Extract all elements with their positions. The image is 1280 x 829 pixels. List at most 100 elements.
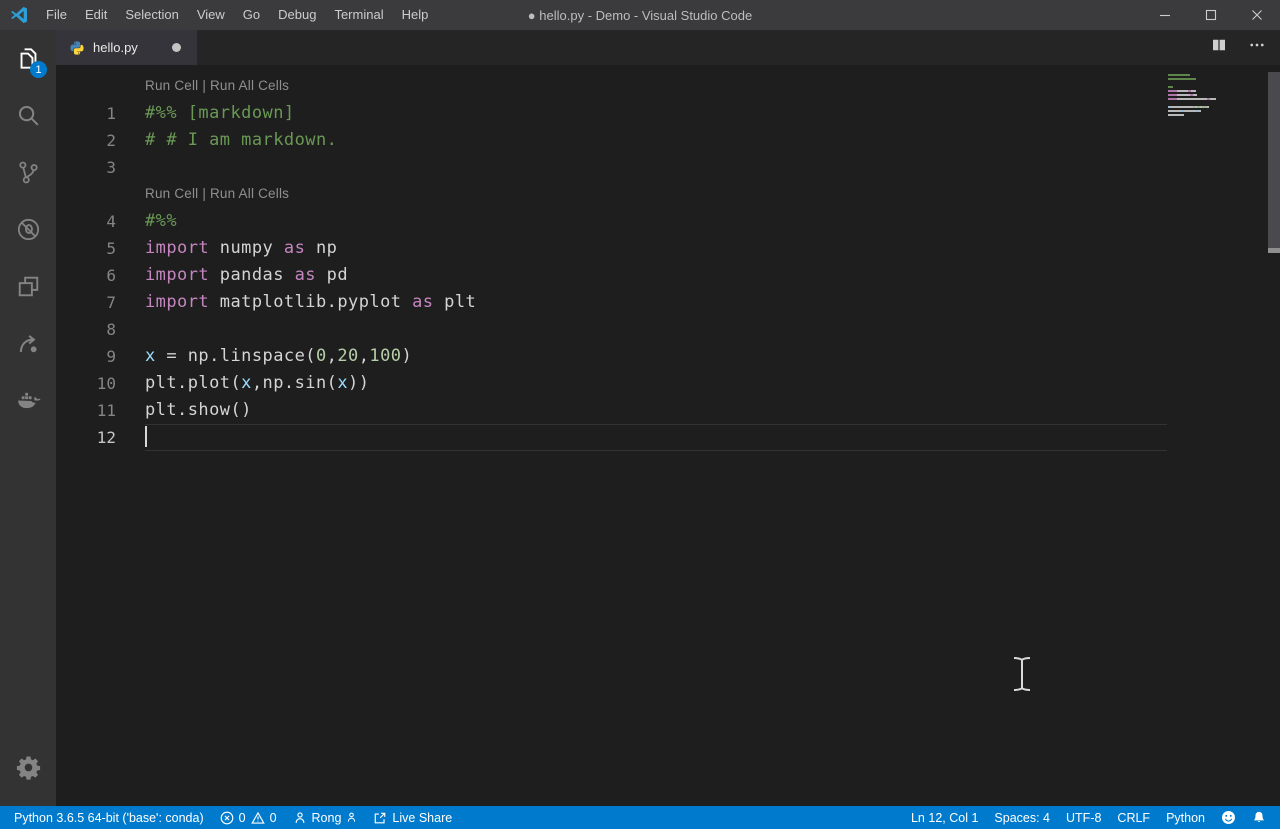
minimap-line: [1168, 74, 1260, 76]
user-name: Rong: [312, 811, 342, 825]
menu-debug[interactable]: Debug: [269, 0, 325, 30]
code-line-11: 11plt.show(): [56, 397, 1280, 424]
status-live-share-user[interactable]: Rong: [285, 806, 366, 829]
activity-explorer[interactable]: 1: [0, 30, 56, 87]
code-content[interactable]: # # I am markdown.: [145, 127, 1167, 154]
vscode-window: FileEditSelectionViewGoDebugTerminalHelp…: [0, 0, 1280, 829]
code-content[interactable]: #%%: [145, 208, 1167, 235]
close-icon: [1251, 9, 1263, 21]
status-live-share[interactable]: Live Share: [365, 806, 460, 829]
code-content[interactable]: x = np.linspace(0,20,100): [145, 343, 1167, 370]
status-problems[interactable]: 00: [212, 806, 285, 829]
menu-selection[interactable]: Selection: [116, 0, 187, 30]
language-mode-label: Python: [1166, 811, 1205, 825]
activity-search[interactable]: [0, 87, 56, 144]
menu-view[interactable]: View: [188, 0, 234, 30]
codelens-separator: |: [198, 186, 210, 201]
close-button[interactable]: [1234, 0, 1280, 30]
code-content[interactable]: plt.show(): [145, 397, 1167, 424]
menu-help[interactable]: Help: [393, 0, 438, 30]
menu-go[interactable]: Go: [234, 0, 269, 30]
tab-hello.py[interactable]: hello.py: [56, 30, 197, 65]
status-encoding[interactable]: UTF-8: [1058, 806, 1109, 829]
line-number: 9: [56, 343, 116, 370]
code-content[interactable]: [145, 316, 1167, 343]
indentation-label: Spaces: 4: [994, 811, 1050, 825]
live-share-label: Live Share: [392, 811, 452, 825]
code-content[interactable]: #%% [markdown]: [145, 100, 1167, 127]
activity-live-share[interactable]: [0, 315, 56, 372]
activity-source-control[interactable]: [0, 144, 56, 201]
status-notifications[interactable]: [1244, 806, 1274, 829]
code-line-2: 2 # # I am markdown.: [56, 127, 1280, 154]
menu-bar: FileEditSelectionViewGoDebugTerminalHelp: [37, 0, 437, 30]
line-number: 7: [56, 289, 116, 316]
status-feedback[interactable]: [1213, 806, 1244, 829]
code-line-10: 10 plt.plot(x,np.sin(x)): [56, 370, 1280, 397]
codelens-run-cell[interactable]: Run Cell: [145, 186, 198, 201]
status-cursor-position[interactable]: Ln 12, Col 1: [903, 806, 986, 829]
maximize-button[interactable]: [1188, 0, 1234, 30]
split-editor-icon: [1210, 36, 1228, 54]
editor-actions: [1210, 30, 1280, 65]
line-number: [56, 181, 116, 208]
code-editor[interactable]: Run Cell | Run All Cells1#%% [markdown]2…: [56, 65, 1280, 806]
window-title: ● hello.py - Demo - Visual Studio Code: [528, 8, 752, 23]
codelens-run-all-cells[interactable]: Run All Cells: [210, 78, 289, 93]
person-small-icon: [346, 811, 357, 824]
tabs: hello.py: [56, 30, 197, 65]
activity-docker[interactable]: [0, 372, 56, 429]
codelens-run-cell[interactable]: Run Cell: [145, 78, 198, 93]
minimap-line: [1168, 90, 1260, 92]
line-number: 2: [56, 127, 116, 154]
activity-debug[interactable]: [0, 201, 56, 258]
code-line-3: 3: [56, 154, 1280, 181]
tab-bar: hello.py: [56, 30, 1280, 65]
minimap-line: [1168, 94, 1260, 96]
minimap-line: [1168, 78, 1260, 80]
python-interpreter-label: Python 3.6.5 64-bit ('base': conda): [14, 811, 204, 825]
editor-scrollbar[interactable]: [1268, 72, 1280, 253]
minimap[interactable]: [1168, 74, 1260, 122]
tab-label: hello.py: [93, 40, 138, 55]
code-content[interactable]: import matplotlib.pyplot as plt: [145, 289, 1167, 316]
gear-icon: [15, 754, 42, 781]
menu-edit[interactable]: Edit: [76, 0, 116, 30]
activity-badge: 1: [30, 61, 47, 78]
status-language-mode[interactable]: Python: [1158, 806, 1213, 829]
title-bar: FileEditSelectionViewGoDebugTerminalHelp…: [0, 0, 1280, 30]
status-eol[interactable]: CRLF: [1109, 806, 1158, 829]
code-line-8: 8: [56, 316, 1280, 343]
warning-icon: [251, 811, 265, 825]
code-content[interactable]: import pandas as pd: [145, 262, 1167, 289]
code-line-6: 6 import pandas as pd: [56, 262, 1280, 289]
line-number: 10: [56, 370, 116, 397]
code-content[interactable]: import numpy as np: [145, 235, 1167, 262]
codelens-row: Run Cell | Run All Cells: [56, 73, 1280, 100]
codelens-row: Run Cell | Run All Cells: [56, 181, 1280, 208]
activity-extensions[interactable]: [0, 258, 56, 315]
more-actions-button[interactable]: [1248, 36, 1266, 59]
minimize-button[interactable]: [1142, 0, 1188, 30]
code-line-12: 12: [56, 424, 1280, 451]
minimap-line: [1168, 114, 1260, 116]
activity-settings[interactable]: [0, 739, 56, 796]
code-content[interactable]: [145, 424, 1167, 451]
code-content[interactable]: plt.plot(x,np.sin(x)): [145, 370, 1167, 397]
line-number: 6: [56, 262, 116, 289]
mouse-cursor-ibeam: [1011, 655, 1033, 693]
codelens-run-all-cells[interactable]: Run All Cells: [210, 186, 289, 201]
code-area: Run Cell | Run All Cells1#%% [markdown]2…: [56, 73, 1280, 451]
codelens-separator: |: [198, 78, 210, 93]
split-editor-button[interactable]: [1210, 36, 1228, 59]
error-icon: [220, 811, 234, 825]
status-indentation[interactable]: Spaces: 4: [986, 806, 1058, 829]
codelens-content: Run Cell | Run All Cells: [145, 73, 1167, 100]
python-icon: [69, 40, 85, 56]
minimap-line: [1168, 82, 1260, 84]
menu-file[interactable]: File: [37, 0, 76, 30]
status-python-interpreter[interactable]: Python 3.6.5 64-bit ('base': conda): [6, 806, 212, 829]
docker-whale-icon: [15, 387, 42, 414]
code-content[interactable]: [145, 154, 1167, 181]
menu-terminal[interactable]: Terminal: [325, 0, 392, 30]
